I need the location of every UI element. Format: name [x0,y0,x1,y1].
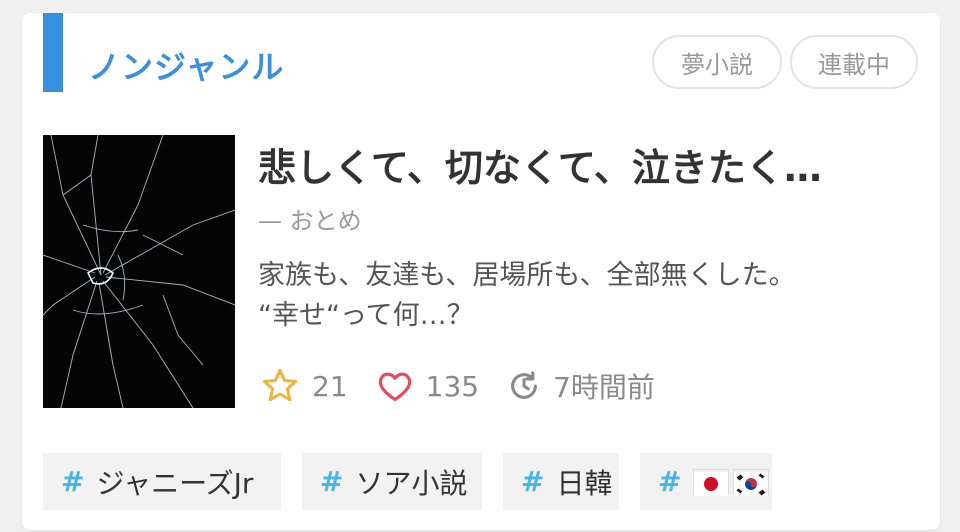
story-stats: 21 135 7時間前 [260,364,683,408]
description-line: 家族も、友達も、居場所も、全部無くした。 [258,260,796,291]
tag-japan-korea[interactable]: # 日韓 [503,453,619,510]
story-title[interactable]: 悲しくて、切なくて、泣きたく… [258,137,918,192]
description-line: “幸せ“って何…？ [258,300,474,331]
shattered-glass-image [43,135,235,408]
tag-flags[interactable]: # [640,453,772,510]
story-description: 家族も、友達も、居場所も、全部無くした。 “幸せ“って何…？ [258,256,908,336]
star-icon [260,366,300,406]
like-count: 135 [425,369,480,403]
update-clock-icon [507,369,541,403]
tag-label: ソア小説 [355,466,468,500]
heart-icon [376,367,414,405]
tag-label: 日韓 [556,466,613,500]
japan-flag-icon [693,468,730,496]
badge-ongoing[interactable]: 連載中 [790,35,918,89]
hashtag-icon: # [61,465,85,498]
korea-flag-icon [733,468,770,496]
tag-johnnys-jr[interactable]: # ジャニーズJr [43,453,281,510]
hashtag-icon: # [320,465,344,498]
genre-label: ノンジャンル [88,48,285,86]
tag-label: ジャニーズJr [96,466,254,500]
star-count: 21 [312,369,348,403]
updated-time: 7時間前 [553,371,655,404]
hashtag-icon: # [658,465,682,498]
genre-accent-bar [43,13,63,92]
tag-soa-novel[interactable]: # ソア小説 [302,453,482,510]
story-cover-image[interactable] [43,135,235,408]
badge-dream-novel[interactable]: 夢小説 [652,35,782,89]
story-author[interactable]: — おとめ [258,201,362,236]
hashtag-icon: # [521,465,545,498]
